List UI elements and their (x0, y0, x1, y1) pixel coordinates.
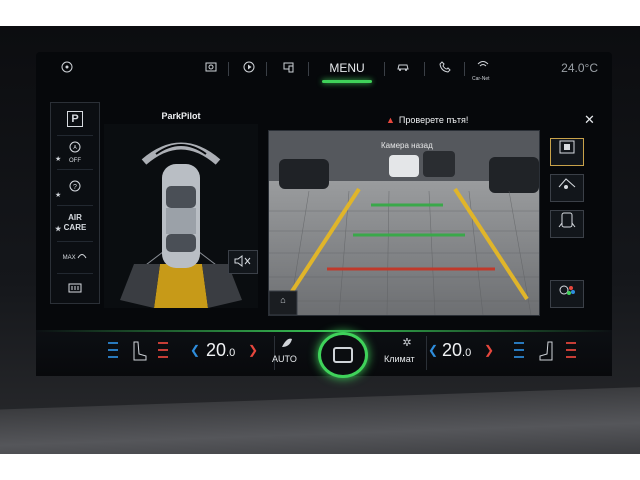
home-camera-icon[interactable]: ⌂ (273, 295, 293, 311)
climate-bar-glow (36, 330, 612, 332)
left-seat-icon[interactable] (128, 338, 150, 366)
camera-feed (269, 131, 539, 315)
parkpilot-view (104, 124, 258, 308)
star-icon: ★ (55, 226, 62, 233)
media-icon[interactable] (202, 61, 220, 77)
rear-camera-icon (558, 212, 576, 228)
left-temp-decimal: .0 (226, 347, 236, 359)
camera-header: ▲ Проверете пътя! (306, 112, 606, 128)
top-view-icon (559, 140, 575, 154)
svg-text:A: A (73, 145, 77, 151)
mute-sensor-button[interactable] (228, 250, 258, 274)
air-care-button[interactable]: AIR CARE ★ (51, 209, 99, 237)
car-net-label: Car-Net (472, 76, 490, 82)
right-temp-down-button[interactable]: ❮ (428, 343, 438, 357)
road-warning: ▲ Проверете пътя! (386, 114, 468, 126)
trailer-assist-icon (558, 178, 576, 189)
car-net-icon[interactable] (474, 57, 492, 73)
rear-defrost-button[interactable] (51, 277, 99, 305)
speaker-mute-icon (234, 255, 251, 267)
climate-fan-icon: ✲ (402, 337, 412, 349)
right-temp-decimal: .0 (462, 347, 472, 359)
road-warning-text: Проверете пътя! (398, 115, 469, 125)
right-seat-icon[interactable] (536, 338, 558, 366)
camera-overlay-label: Камера назад (381, 141, 433, 150)
left-temp-value: 20 (206, 340, 227, 360)
camera-color-settings-button[interactable] (550, 280, 584, 308)
warning-icon: ? (69, 180, 81, 192)
climate-bar: ❮ 20.0 ❯ AUTO ✲ Климат ❮ 20.0 ❯ (36, 330, 612, 378)
auto-start-stop-button[interactable]: A OFF ★ (51, 139, 99, 167)
climate-center-knob[interactable] (318, 332, 368, 378)
left-temperature: 20.0 (206, 340, 235, 361)
warning-triangle-icon: ▲ (386, 115, 395, 125)
right-temperature: 20.0 (442, 340, 471, 361)
defrost-rear-icon (68, 283, 82, 293)
camera-mode-buttons (542, 130, 604, 314)
left-temp-down-button[interactable]: ❮ (190, 343, 200, 357)
close-icon[interactable]: ✕ (584, 112, 598, 128)
car-icon[interactable] (394, 61, 412, 77)
parking-icon: P (67, 111, 83, 127)
menu-button[interactable]: MENU (322, 57, 372, 83)
left-quick-menu: P A OFF ★ ? ★ AIR CARE ★ MAX (50, 102, 100, 304)
right-seat-ventilation[interactable] (514, 342, 524, 360)
screen-off-icon (333, 347, 353, 363)
warning-button[interactable]: ? ★ (51, 175, 99, 203)
defrost-front-icon (77, 254, 87, 259)
phone-icon[interactable] (436, 61, 454, 77)
camera-mode-top-button[interactable] (550, 138, 584, 166)
play-icon[interactable] (240, 61, 258, 77)
max-defrost-button[interactable]: MAX (51, 245, 99, 273)
phone-mirror-icon[interactable] (280, 61, 298, 77)
svg-text:?: ? (73, 184, 77, 191)
parkpilot-diagram (120, 142, 242, 308)
left-seat-ventilation[interactable] (108, 342, 118, 360)
dashboard-trim (0, 385, 640, 454)
auto-climate-icon (272, 336, 302, 350)
parkpilot-title: ParkPilot (161, 111, 201, 121)
max-label: MAX (62, 255, 76, 261)
star-icon: ★ (55, 156, 62, 163)
camera-mode-rear-button[interactable] (550, 210, 584, 238)
brightness-color-icon (559, 285, 575, 295)
top-bar: MENU Car-Net 24.0°C (36, 52, 612, 86)
star-icon: ★ (55, 192, 62, 199)
auto-start-stop-icon: A (69, 141, 81, 153)
climate-button[interactable]: Климат (384, 354, 415, 364)
parking-button[interactable]: P (51, 105, 99, 133)
home-icon[interactable] (58, 61, 76, 77)
outside-temperature: 24.0°C (561, 61, 598, 75)
rear-camera-view: Камера назад ⌂ (268, 130, 540, 316)
right-temp-up-button[interactable]: ❯ (484, 343, 494, 357)
left-temp-up-button[interactable]: ❯ (248, 343, 258, 357)
right-temp-value: 20 (442, 340, 463, 360)
auto-button[interactable]: AUTO (272, 354, 297, 364)
infotainment-screen: MENU Car-Net 24.0°C P A OFF ★ ? ★ AIR CA… (36, 52, 612, 372)
camera-mode-trailer-button[interactable] (550, 174, 584, 202)
right-seat-heating[interactable] (566, 342, 576, 360)
left-seat-heating[interactable] (158, 342, 168, 360)
